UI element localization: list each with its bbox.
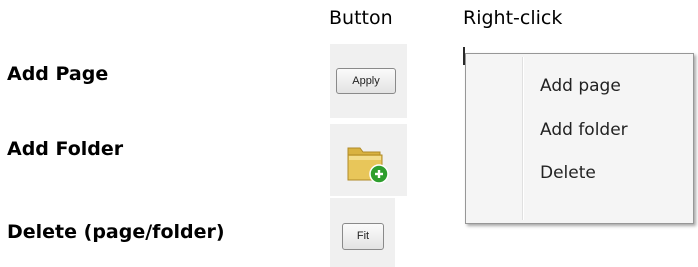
column-header-right-click: Right-click [463, 7, 563, 29]
context-menu-item-add-folder[interactable]: Add folder [540, 120, 628, 140]
column-header-button: Button [329, 7, 393, 29]
button-cell-delete: Fit [330, 198, 395, 267]
row-label-add-page: Add Page [7, 63, 109, 85]
folder-add-icon [347, 147, 389, 184]
context-menu-icon-gutter [522, 57, 524, 220]
button-cell-add-folder [330, 124, 407, 196]
context-menu-item-add-page[interactable]: Add page [540, 76, 621, 96]
add-folder-button[interactable] [342, 142, 392, 186]
context-menu: Add page Add folder Delete [465, 53, 694, 224]
button-cell-add-page: Apply [330, 44, 407, 118]
fit-button[interactable]: Fit [342, 223, 384, 250]
row-label-delete: Delete (page/folder) [7, 221, 225, 243]
row-label-add-folder: Add Folder [7, 138, 124, 160]
apply-button[interactable]: Apply [336, 68, 396, 94]
context-menu-item-delete[interactable]: Delete [540, 163, 596, 183]
